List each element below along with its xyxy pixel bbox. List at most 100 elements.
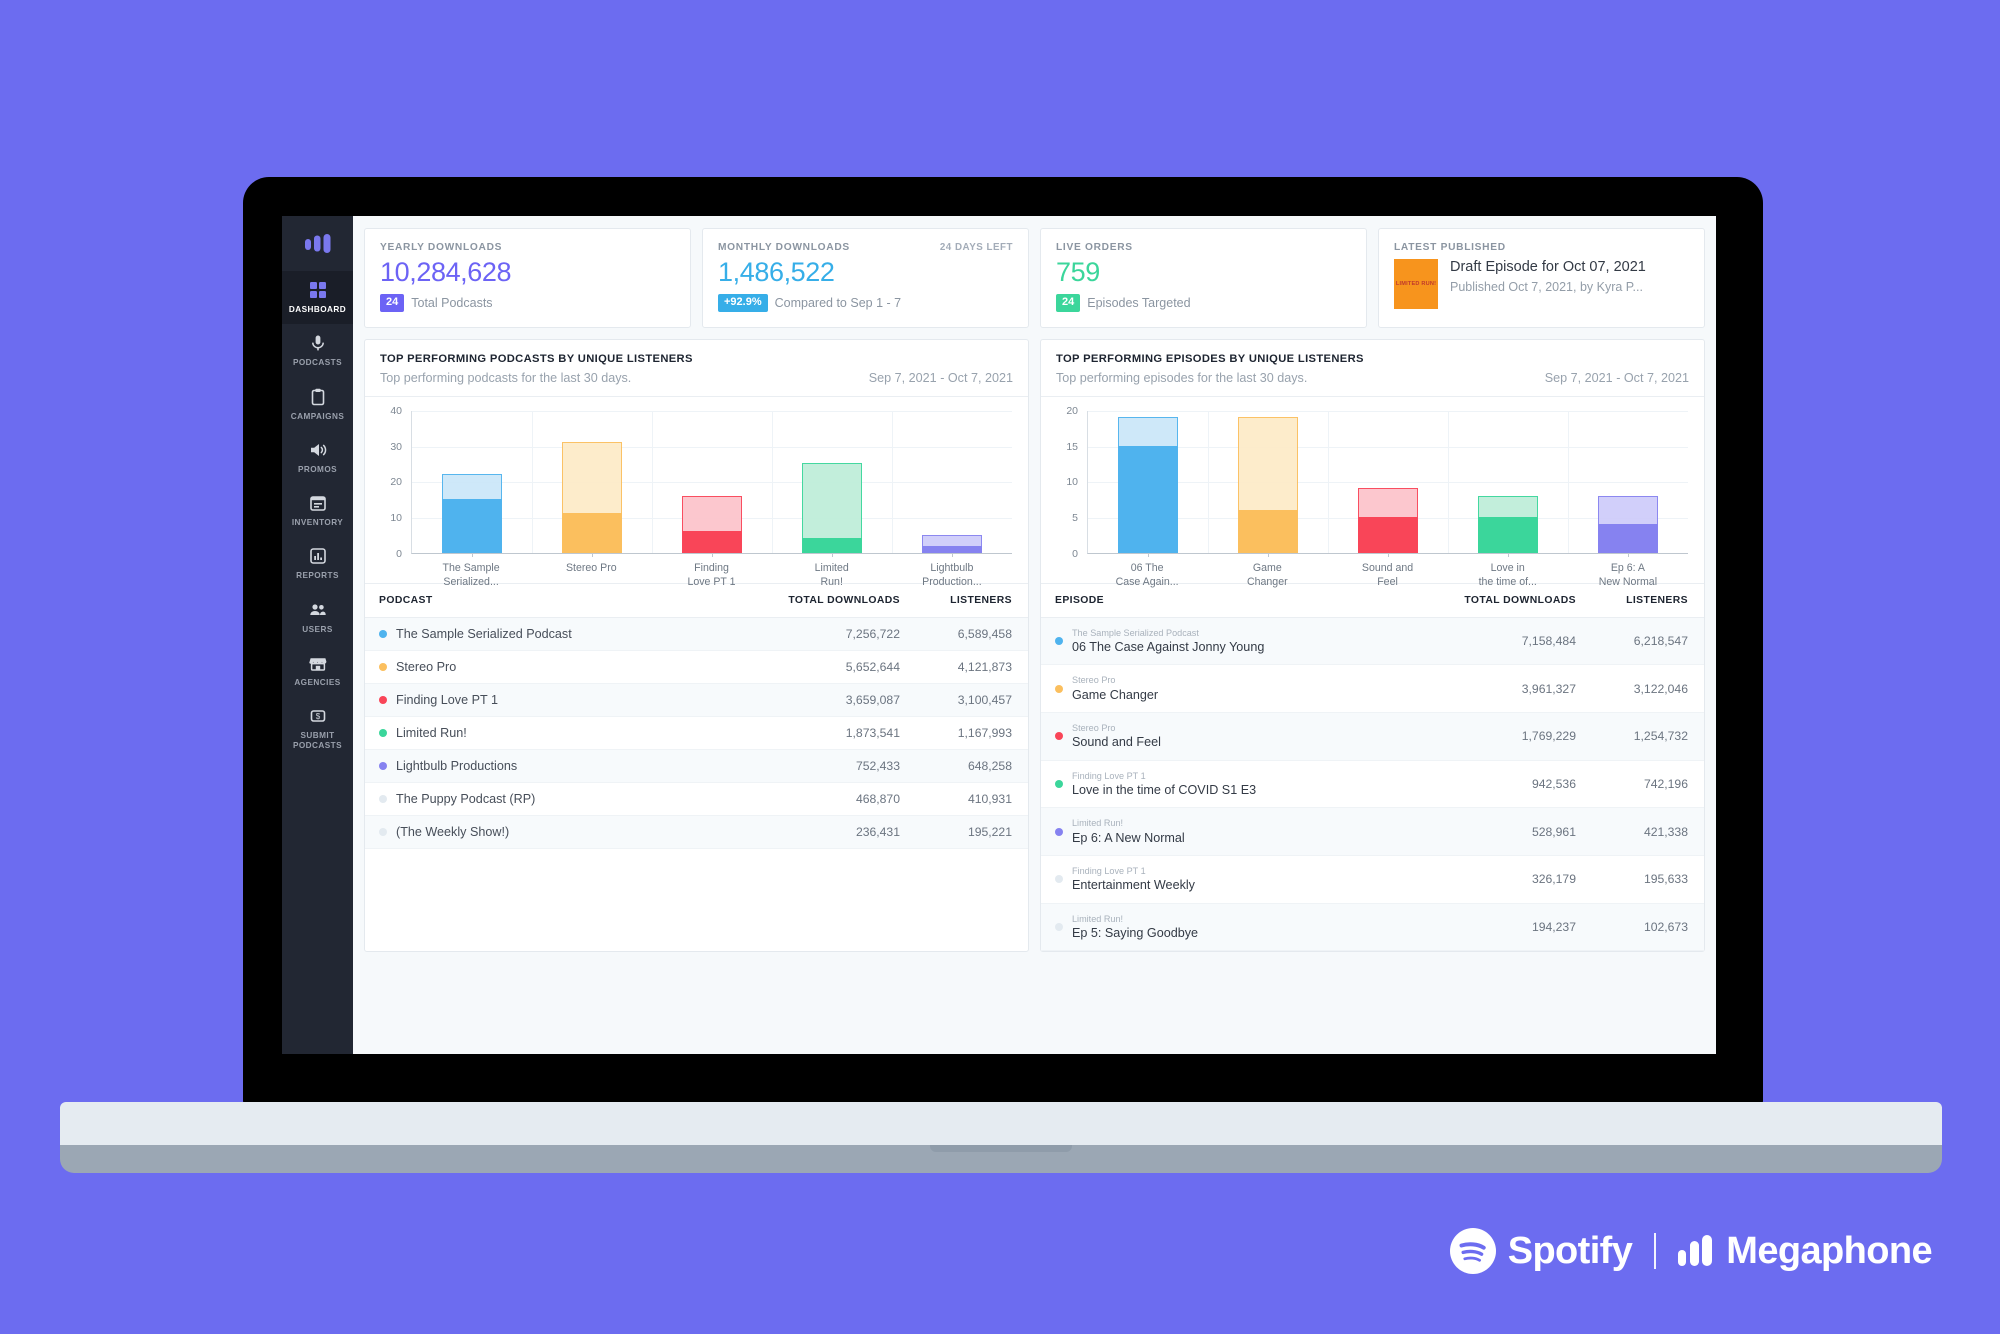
bar-column[interactable]	[1568, 411, 1688, 557]
sidebar-item-submit-podcasts[interactable]: $ SUBMIT PODCASTS	[282, 697, 353, 761]
table-row[interactable]: Finding Love PT 1 Entertainment Weekly 326…	[1041, 856, 1704, 904]
microphone-icon	[309, 334, 327, 352]
stacked-bar[interactable]	[802, 463, 862, 553]
podcast-name[interactable]: Stereo Pro	[396, 660, 772, 674]
episode-cell[interactable]: Limited Run! Ep 5: Saying Goodbye	[1072, 913, 1448, 942]
bar-segment-light	[1118, 416, 1178, 446]
x-tick-label: Sound and Feel	[1361, 561, 1414, 589]
stacked-bar[interactable]	[682, 496, 742, 553]
table-row[interactable]: Limited Run! Ep 6: A New Normal 528,961 421…	[1041, 808, 1704, 856]
table-row[interactable]: The Sample Serialized Podcast 06 The Case…	[1041, 617, 1704, 666]
table-row[interactable]: (The Weekly Show!) 236,431 195,221	[365, 815, 1028, 849]
table-row[interactable]: Finding Love PT 1 Love in the time of COV…	[1041, 761, 1704, 809]
column-header-listeners[interactable]: LISTENERS	[900, 595, 1012, 606]
episode-cell[interactable]: Finding Love PT 1 Entertainment Weekly	[1072, 865, 1448, 894]
stacked-bar[interactable]	[442, 474, 502, 553]
sidebar-item-reports[interactable]: REPORTS	[282, 537, 353, 590]
bar-column[interactable]	[1328, 411, 1448, 557]
episode-name[interactable]: Sound and Feel	[1072, 734, 1448, 750]
podcasts-chart[interactable]: 0 10 20 30 40 The Sample Serialized... Stereo P…	[381, 405, 1012, 588]
table-row[interactable]: Limited Run! 1,873,541 1,167,993	[365, 717, 1028, 750]
podcast-name[interactable]: The Puppy Podcast (RP)	[396, 792, 772, 806]
table-row[interactable]: Stereo Pro Sound and Feel 1,769,229 1,254,7…	[1041, 713, 1704, 761]
episode-show-name: Stereo Pro	[1072, 675, 1116, 686]
column-header-podcast[interactable]: PODCAST	[379, 595, 772, 606]
sidebar-item-promos[interactable]: PROMOS	[282, 431, 353, 484]
stacked-bar[interactable]	[1358, 488, 1418, 553]
podcast-name[interactable]: Finding Love PT 1	[396, 693, 772, 707]
bar-column[interactable]	[1208, 411, 1328, 557]
table-row[interactable]: Lightbulb Productions 752,433 648,258	[365, 749, 1028, 783]
stat-card-latest-published[interactable]: LATEST PUBLISHED LIMITED RUN! Draft Epis…	[1378, 228, 1705, 328]
stacked-bar[interactable]	[562, 441, 622, 553]
bar-column[interactable]	[1448, 411, 1568, 557]
podcast-name[interactable]: The Sample Serialized Podcast	[396, 627, 772, 641]
table-row[interactable]: Stereo Pro Game Changer 3,961,327 3,122,046	[1041, 665, 1704, 713]
episode-name[interactable]: Ep 6: A New Normal	[1072, 830, 1448, 846]
megaphone-wordmark: Megaphone	[1726, 1229, 1932, 1272]
date-range[interactable]: Sep 7, 2021 - Oct 7, 2021	[1545, 371, 1689, 385]
bar-column[interactable]	[532, 411, 652, 557]
episode-cell[interactable]: Limited Run! Ep 6: A New Normal	[1072, 817, 1448, 846]
stacked-bar[interactable]	[1238, 416, 1298, 553]
stacked-bar[interactable]	[1478, 495, 1538, 553]
table-row[interactable]: Finding Love PT 1 3,659,087 3,100,457	[365, 683, 1028, 717]
episode-name[interactable]: Love in the time of COVID S1 E3	[1072, 782, 1448, 798]
column-header-episode[interactable]: EPISODE	[1055, 595, 1448, 606]
stacked-bar[interactable]	[1118, 416, 1178, 553]
column-header-listeners[interactable]: LISTENERS	[1576, 595, 1688, 606]
bar-column[interactable]	[892, 411, 1012, 557]
stacked-bar[interactable]	[1598, 495, 1658, 553]
axis-tick	[952, 552, 953, 557]
table-row[interactable]: Stereo Pro 5,652,644 4,121,873	[365, 651, 1028, 684]
episodes-chart[interactable]: 0 5 10 15 20 06 The Case Again... Game Changer So…	[1057, 405, 1688, 588]
sidebar-item-inventory[interactable]: INVENTORY	[282, 484, 353, 537]
bar-column[interactable]	[772, 411, 892, 557]
stacked-bar[interactable]	[922, 534, 982, 553]
episode-name[interactable]: Entertainment Weekly	[1072, 877, 1448, 893]
episode-cell[interactable]: Finding Love PT 1 Love in the time of COV…	[1072, 770, 1448, 799]
episode-name[interactable]: Ep 5: Saying Goodbye	[1072, 925, 1448, 941]
sidebar-item-agencies[interactable]: AGENCIES	[282, 644, 353, 697]
thumbnail-label: LIMITED RUN!	[1395, 281, 1437, 287]
table-row[interactable]: Limited Run! Ep 5: Saying Goodbye 194,237 1…	[1041, 903, 1704, 952]
stat-card-live-orders[interactable]: LIVE ORDERS 759 24 Episodes Targeted	[1040, 228, 1367, 328]
sidebar-item-podcasts[interactable]: PODCASTS	[282, 324, 353, 377]
megaphone-logo[interactable]	[282, 216, 353, 271]
episode-show-name: Limited Run!	[1072, 913, 1124, 924]
bars-group	[412, 411, 1012, 557]
table-row[interactable]: The Sample Serialized Podcast 7,256,722 6,…	[365, 617, 1028, 651]
podcast-name[interactable]: Lightbulb Productions	[396, 759, 772, 773]
sidebar-item-dashboard[interactable]: DASHBOARD	[282, 271, 353, 325]
listeners-value: 3,122,046	[1633, 681, 1688, 696]
column-header-downloads[interactable]: TOTAL DOWNLOADS	[772, 595, 900, 606]
table-row[interactable]: The Puppy Podcast (RP) 468,870 410,931	[365, 783, 1028, 816]
episodes-panel: TOP PERFORMING EPISODES BY UNIQUE LISTEN…	[1040, 338, 1705, 953]
sidebar-item-label: PROMOS	[297, 464, 338, 474]
total-downloads-value: 7,256,722	[845, 626, 900, 641]
episode-name[interactable]: Game Changer	[1072, 687, 1448, 703]
x-tick-label: 06 The Case Again...	[1115, 561, 1179, 589]
bar-column[interactable]	[1088, 411, 1208, 557]
series-color-dot	[1055, 637, 1063, 646]
sidebar-item-label: AGENCIES	[294, 677, 341, 687]
episode-cell[interactable]: The Sample Serialized Podcast 06 The Case…	[1072, 627, 1448, 656]
podcast-name[interactable]: Limited Run!	[396, 726, 772, 740]
episode-cell[interactable]: Stereo Pro Game Changer	[1072, 674, 1448, 703]
column-header-downloads[interactable]: TOTAL DOWNLOADS	[1448, 595, 1576, 606]
stat-card-monthly-downloads[interactable]: MONTHLY DOWNLOADS 24 DAYS LEFT 1,486,522…	[702, 228, 1029, 328]
sidebar-item-users[interactable]: USERS	[282, 591, 353, 644]
series-color-dot	[379, 728, 387, 737]
bar-segment-solid	[1118, 445, 1178, 553]
episode-cell[interactable]: Stereo Pro Sound and Feel	[1072, 722, 1448, 751]
date-range[interactable]: Sep 7, 2021 - Oct 7, 2021	[869, 371, 1013, 385]
sidebar-item-campaigns[interactable]: CAMPAIGNS	[282, 378, 353, 431]
bar-segment-light	[682, 496, 742, 532]
bar-column[interactable]	[412, 411, 532, 557]
y-tick-label: 30	[390, 440, 402, 453]
podcast-name[interactable]: (The Weekly Show!)	[396, 825, 772, 839]
stat-card-yearly-downloads[interactable]: YEARLY DOWNLOADS 10,284,628 24 Total Pod…	[364, 228, 691, 328]
bar-column[interactable]	[652, 411, 772, 557]
episode-name[interactable]: 06 The Case Against Jonny Young	[1072, 639, 1448, 655]
latest-episode-title[interactable]: Draft Episode for Oct 07, 2021	[1450, 259, 1646, 275]
